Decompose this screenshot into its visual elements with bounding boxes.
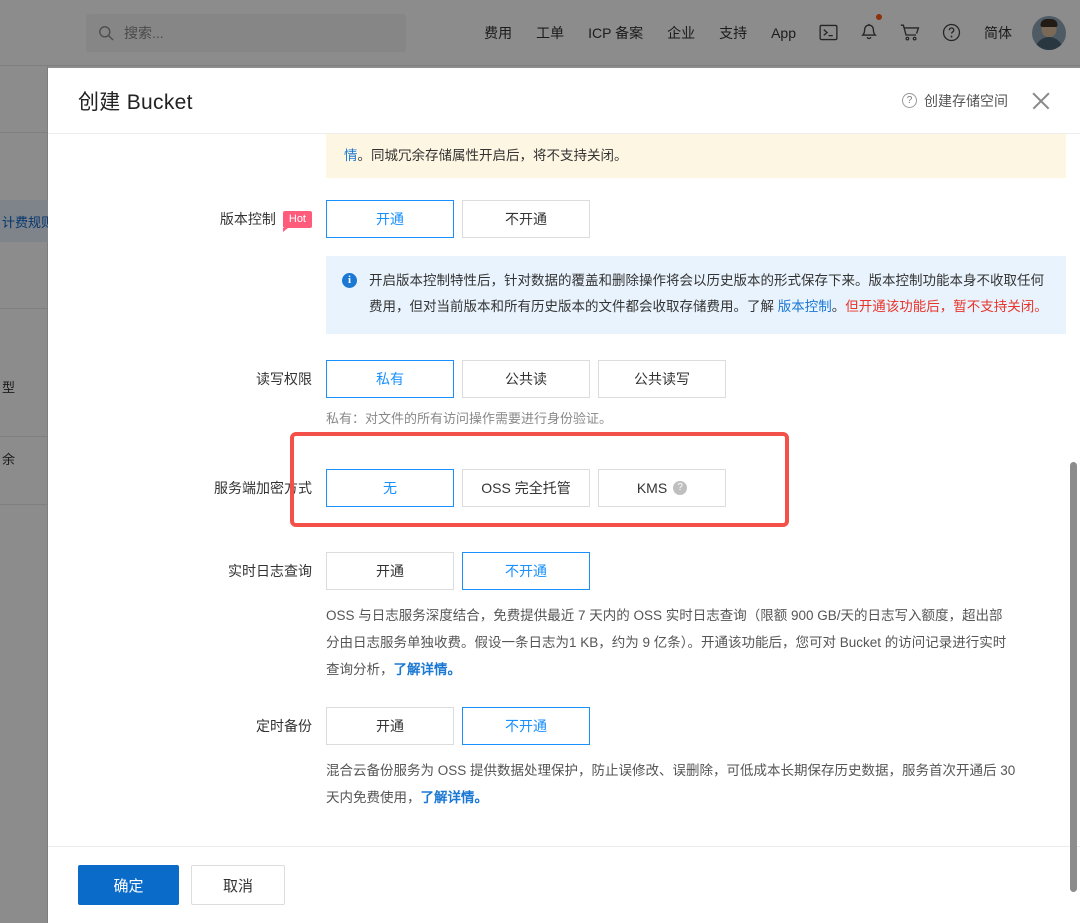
realtime-log-option-enable[interactable]: 开通 [326, 552, 454, 590]
realtime-log-description: OSS 与日志服务深度结合，免费提供最近 7 天内的 OSS 实时日志查询（限额… [326, 602, 1016, 683]
sse-option-group: 无 OSS 完全托管 KMS ? [326, 469, 1080, 507]
dialog-footer: 确定 取消 [48, 846, 1080, 923]
sse-option-kms-label: KMS [637, 480, 667, 496]
top-notice-row: 情。同城冗余存储属性开启后，将不支持关闭。 [48, 134, 1080, 178]
versioning-option-enable[interactable]: 开通 [326, 200, 454, 238]
notice-link-fragment[interactable]: 情 [344, 148, 358, 163]
acl-label-text: 读写权限 [256, 360, 312, 398]
acl-hint: 私有：对文件的所有访问操作需要进行身份验证。 [326, 407, 1080, 431]
realtime-log-label-text: 实时日志查询 [228, 552, 312, 590]
scheduled-backup-learn-more-link[interactable]: 了解详情。 [421, 790, 489, 805]
realtime-log-learn-more-link[interactable]: 了解详情。 [394, 662, 462, 677]
scheduled-backup-option-group: 开通 不开通 [326, 707, 1080, 745]
hot-badge: Hot [283, 211, 312, 228]
create-bucket-help-link[interactable]: ? 创建存储空间 [902, 91, 1008, 111]
dialog-body[interactable]: 情。同城冗余存储属性开启后，将不支持关闭。 版本控制 Hot 开通 不开通 [48, 134, 1080, 846]
window-scrollbar-thumb[interactable] [1070, 462, 1077, 892]
create-bucket-dialog: 创建 Bucket ? 创建存储空间 情。同城冗余存储属性开启后，将不支持关闭。 [48, 68, 1080, 923]
acl-option-public-read[interactable]: 公共读 [462, 360, 590, 398]
question-circle-icon: ? [902, 93, 917, 108]
scheduled-backup-option-disable[interactable]: 不开通 [462, 707, 590, 745]
realtime-log-option-disable[interactable]: 不开通 [462, 552, 590, 590]
notice-text: 。同城冗余存储属性开启后，将不支持关闭。 [358, 148, 628, 163]
app-root: 搜索... 费用 工单 ICP 备案 企业 支持 App [0, 0, 1080, 923]
realtime-log-row: 实时日志查询 开通 不开通 OSS 与日志服务深度结合，免费提供最近 7 天内的… [48, 552, 1080, 683]
acl-label: 读写权限 [48, 360, 326, 398]
versioning-option-group: 开通 不开通 [326, 200, 1080, 238]
versioning-info-box: i 开启版本控制特性后，针对数据的覆盖和删除操作将会以历史版本的形式保存下来。版… [326, 256, 1066, 334]
help-link-label: 创建存储空间 [924, 91, 1008, 111]
scheduled-backup-description: 混合云备份服务为 OSS 提供数据处理保护，防止误修改、误删除，可低成本长期保存… [326, 757, 1016, 811]
info-circle-icon: i [342, 273, 357, 288]
confirm-button[interactable]: 确定 [78, 865, 179, 905]
close-icon[interactable] [1028, 88, 1054, 114]
page-title: 创建 Bucket [78, 86, 193, 116]
acl-option-public-read-write[interactable]: 公共读写 [598, 360, 726, 398]
versioning-info-text: 开启版本控制特性后，针对数据的覆盖和删除操作将会以历史版本的形式保存下来。版本控… [369, 268, 1050, 320]
scheduled-backup-label: 定时备份 [48, 707, 326, 745]
acl-option-group: 私有 公共读 公共读写 [326, 360, 1080, 398]
versioning-info-part2: 。 [832, 299, 846, 314]
realtime-log-label: 实时日志查询 [48, 552, 326, 590]
acl-row: 读写权限 私有 公共读 公共读写 私有：对文件的所有访问操作需要进行身份验证。 [48, 360, 1080, 431]
sse-row: 服务端加密方式 无 OSS 完全托管 KMS ? [48, 469, 1080, 507]
versioning-label-text: 版本控制 [220, 200, 276, 238]
sse-option-none[interactable]: 无 [326, 469, 454, 507]
dialog-header-actions: ? 创建存储空间 [902, 88, 1054, 114]
versioning-info-row: i 开启版本控制特性后，针对数据的覆盖和删除操作将会以历史版本的形式保存下来。版… [48, 256, 1080, 334]
redundancy-notice: 情。同城冗余存储属性开启后，将不支持关闭。 [326, 134, 1066, 178]
sse-option-oss-managed[interactable]: OSS 完全托管 [462, 469, 590, 507]
versioning-row: 版本控制 Hot 开通 不开通 [48, 200, 1080, 238]
question-circle-icon: ? [673, 481, 687, 495]
scheduled-backup-option-enable[interactable]: 开通 [326, 707, 454, 745]
scheduled-backup-label-text: 定时备份 [256, 707, 312, 745]
versioning-label: 版本控制 Hot [48, 200, 326, 238]
cancel-button[interactable]: 取消 [191, 865, 285, 905]
dialog-header: 创建 Bucket ? 创建存储空间 [48, 68, 1080, 134]
sse-label: 服务端加密方式 [48, 469, 326, 507]
realtime-log-option-group: 开通 不开通 [326, 552, 1080, 590]
acl-option-private[interactable]: 私有 [326, 360, 454, 398]
sse-label-text: 服务端加密方式 [214, 469, 312, 507]
versioning-option-disable[interactable]: 不开通 [462, 200, 590, 238]
versioning-warning-text: 但开通该功能后，暂不支持关闭。 [845, 299, 1048, 314]
sse-option-kms[interactable]: KMS ? [598, 469, 726, 507]
dialog-scroll-content: 情。同城冗余存储属性开启后，将不支持关闭。 版本控制 Hot 开通 不开通 [48, 134, 1080, 846]
versioning-doc-link[interactable]: 版本控制 [778, 299, 832, 314]
scheduled-backup-row: 定时备份 开通 不开通 混合云备份服务为 OSS 提供数据处理保护，防止误修改、… [48, 707, 1080, 811]
